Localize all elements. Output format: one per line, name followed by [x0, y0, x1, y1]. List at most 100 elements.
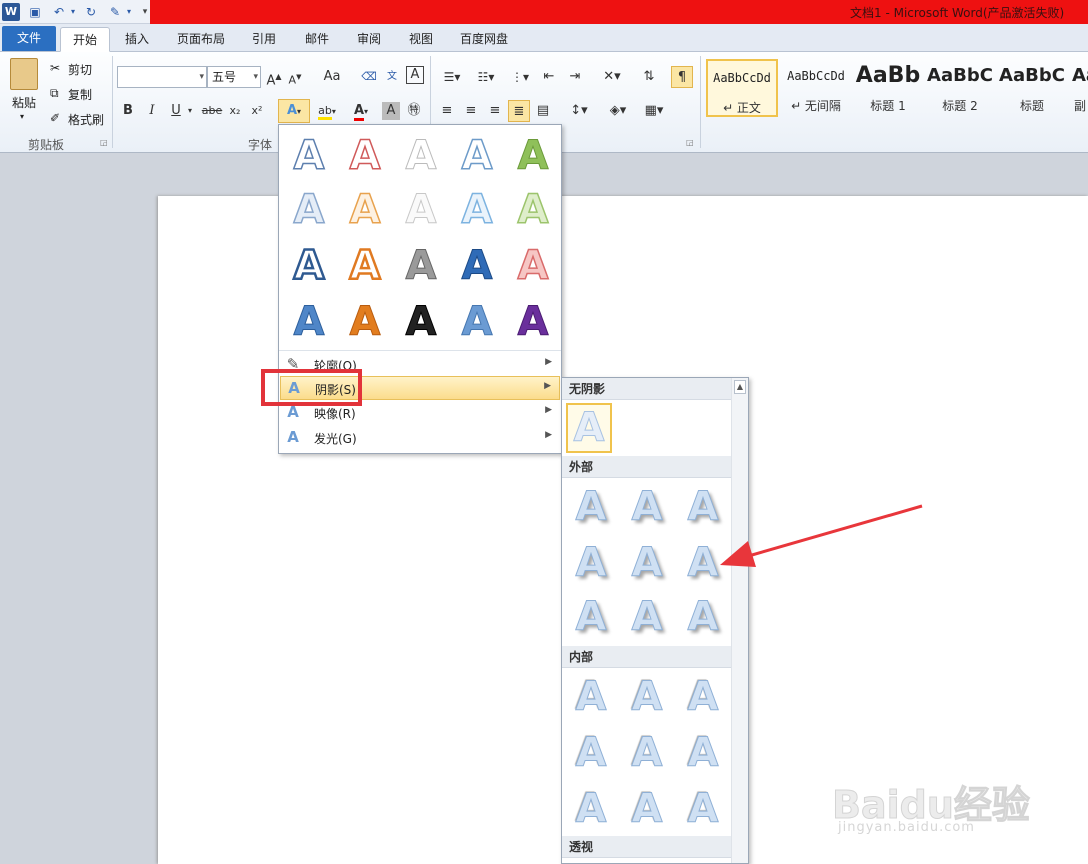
text-effect-preset[interactable]: A — [455, 187, 499, 233]
phonetic-guide-icon[interactable]: 文 — [382, 66, 402, 88]
style-title[interactable]: AaBbC 标题 — [996, 59, 1068, 117]
shadow-inner-option[interactable]: A — [624, 728, 670, 778]
highlight-color-icon[interactable]: ab▾ — [312, 100, 342, 122]
sort-icon[interactable]: ⇅ — [638, 66, 660, 88]
text-effect-preset[interactable]: A — [399, 187, 443, 233]
shrink-font-icon[interactable]: A▼ — [286, 66, 304, 88]
text-effect-preset[interactable]: A — [455, 243, 499, 289]
strikethrough-button[interactable]: abe — [200, 100, 224, 122]
increase-indent-icon[interactable]: ⇥ — [566, 66, 584, 88]
shadow-inner-option[interactable]: A — [680, 784, 726, 834]
text-effect-preset[interactable]: A — [343, 243, 387, 289]
multilevel-list-icon[interactable]: ⋮▾ — [506, 66, 534, 88]
shadow-inner-option[interactable]: A — [624, 784, 670, 834]
scroll-up-icon[interactable]: ▲ — [734, 380, 746, 394]
copy-icon[interactable]: ⧉ — [50, 86, 59, 101]
text-effect-preset[interactable]: A — [287, 133, 331, 179]
shadow-outer-option[interactable]: A — [624, 592, 670, 642]
shadow-outer-option[interactable]: A — [624, 482, 670, 532]
chinese-layout-icon[interactable]: ✕▾ — [598, 66, 626, 88]
grow-font-icon[interactable]: A▲ — [265, 66, 283, 88]
character-border-button[interactable]: A — [406, 66, 424, 84]
tab-home[interactable]: 开始 — [60, 27, 110, 52]
tab-baidu-netdisk[interactable]: 百度网盘 — [452, 27, 516, 52]
italic-button[interactable]: I — [144, 100, 160, 122]
redo-icon[interactable]: ↻ — [82, 3, 100, 21]
tab-file[interactable]: 文件 — [2, 26, 56, 51]
bullets-icon[interactable]: ☰▾ — [438, 66, 466, 88]
shadow-outer-option[interactable]: A — [680, 538, 726, 588]
format-painter-icon[interactable]: ✐ — [50, 111, 60, 125]
paragraph-launcher-icon[interactable]: ◲ — [686, 138, 694, 147]
menu-item-glow[interactable]: A 发光(G) ▶ — [280, 426, 560, 450]
show-marks-icon[interactable]: ¶ — [671, 66, 693, 88]
text-effect-preset[interactable]: A — [399, 243, 443, 289]
text-effect-preset[interactable]: A — [455, 133, 499, 179]
justify-icon[interactable]: ≣ — [508, 100, 530, 122]
align-left-icon[interactable]: ≡ — [438, 100, 456, 122]
shadow-inner-option[interactable]: A — [680, 728, 726, 778]
text-effect-preset[interactable]: A — [455, 299, 499, 345]
tab-review[interactable]: 审阅 — [348, 27, 390, 52]
clipboard-launcher-icon[interactable]: ◲ — [100, 138, 108, 147]
clear-formatting-icon[interactable]: ⌫ — [360, 66, 378, 88]
bold-button[interactable]: B — [120, 100, 136, 122]
style-heading-1[interactable]: AaBb 标题 1 — [852, 59, 924, 117]
tab-page-layout[interactable]: 页面布局 — [170, 27, 232, 52]
underline-button[interactable]: U — [168, 100, 184, 122]
word-logo-icon[interactable]: W — [2, 3, 20, 21]
shadow-inner-option[interactable]: A — [624, 672, 670, 722]
text-effect-preset[interactable]: A — [343, 133, 387, 179]
paste-icon[interactable] — [10, 58, 38, 90]
distributed-icon[interactable]: ▤ — [534, 100, 552, 122]
shadow-inner-option[interactable]: A — [680, 672, 726, 722]
subscript-button[interactable]: x₂ — [226, 100, 244, 122]
text-effect-preset[interactable]: A — [511, 299, 555, 345]
borders-icon[interactable]: ▦▾ — [640, 100, 668, 122]
align-center-icon[interactable]: ≡ — [462, 100, 480, 122]
undo-dropdown-icon[interactable]: ▾ — [64, 3, 82, 21]
shading-icon[interactable]: ◈▾ — [604, 100, 632, 122]
font-name-combo[interactable]: ▾ — [117, 66, 207, 88]
underline-dropdown-icon[interactable]: ▾ — [184, 100, 196, 122]
text-effect-preset[interactable]: A — [399, 133, 443, 179]
style-normal[interactable]: AaBbCcDd ↵ 正文 — [706, 59, 778, 117]
text-effect-preset[interactable]: A — [287, 187, 331, 233]
align-right-icon[interactable]: ≡ — [486, 100, 504, 122]
shadow-inner-option[interactable]: A — [568, 672, 614, 722]
style-no-spacing[interactable]: AaBbCcDd ↵ 无间隔 — [780, 59, 852, 117]
shadow-outer-option[interactable]: A — [568, 538, 614, 588]
text-effect-preset[interactable]: A — [511, 187, 555, 233]
style-subtitle[interactable]: Aa 副 — [1068, 59, 1088, 117]
save-icon[interactable]: ▣ — [26, 3, 44, 21]
tab-mailings[interactable]: 邮件 — [296, 27, 338, 52]
shadow-outer-option[interactable]: A — [680, 592, 726, 642]
tab-insert[interactable]: 插入 — [116, 27, 158, 52]
cut-button[interactable]: 剪切 — [68, 61, 92, 78]
shadow-outer-option[interactable]: A — [568, 592, 614, 642]
shadow-outer-option[interactable]: A — [624, 538, 670, 588]
shadow-outer-option[interactable]: A — [680, 482, 726, 532]
character-shading-icon[interactable]: A — [382, 102, 400, 120]
submenu-scrollbar[interactable]: ▲ — [731, 378, 748, 863]
cut-icon[interactable]: ✂ — [50, 61, 60, 75]
change-case-button[interactable]: Aa — [318, 66, 346, 88]
numbering-icon[interactable]: ☷▾ — [472, 66, 500, 88]
line-spacing-icon[interactable]: ↕▾ — [566, 100, 592, 122]
shadow-outer-option[interactable]: A — [568, 482, 614, 532]
tab-view[interactable]: 视图 — [400, 27, 442, 52]
shadow-inner-option[interactable]: A — [568, 784, 614, 834]
text-effect-preset[interactable]: A — [343, 187, 387, 233]
enclose-characters-icon[interactable]: ㊕ — [404, 100, 424, 122]
paste-button[interactable]: 粘贴 — [12, 94, 36, 111]
paste-dropdown-icon[interactable]: ▾ — [20, 112, 24, 121]
format-painter-button[interactable]: 格式刷 — [68, 111, 104, 128]
style-heading-2[interactable]: AaBbC 标题 2 — [924, 59, 996, 117]
font-color-icon[interactable]: A▾ — [346, 100, 376, 122]
text-effect-preset[interactable]: A — [287, 243, 331, 289]
text-effect-preset[interactable]: A — [287, 299, 331, 345]
text-effect-preset[interactable]: A — [511, 133, 555, 179]
text-effects-button[interactable]: A▾ — [278, 99, 310, 123]
text-effect-preset[interactable]: A — [399, 299, 443, 345]
superscript-button[interactable]: x² — [248, 100, 266, 122]
